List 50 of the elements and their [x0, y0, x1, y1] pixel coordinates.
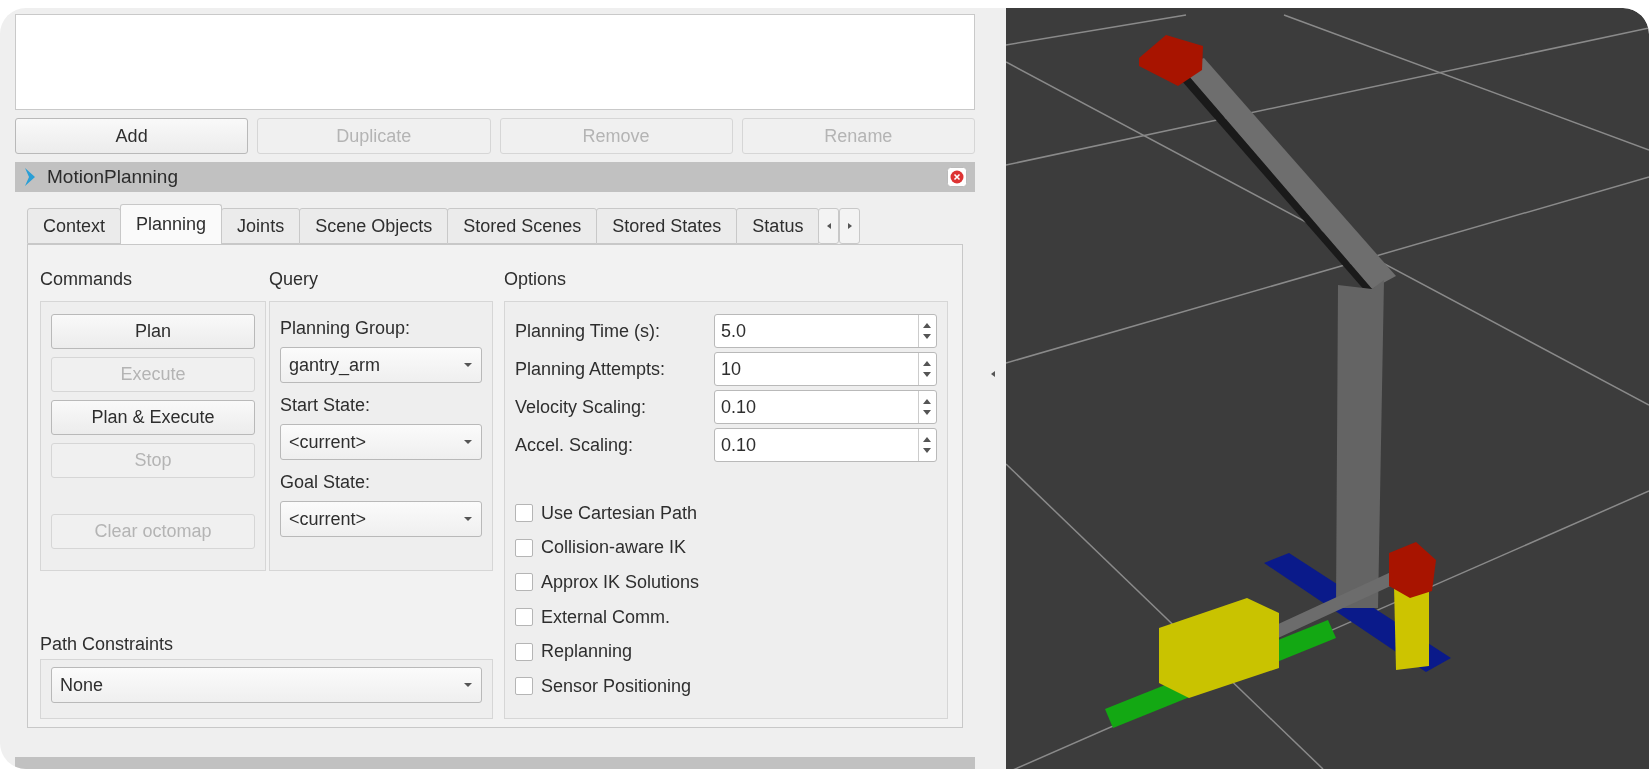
- checkbox[interactable]: [515, 608, 533, 627]
- checkbox[interactable]: [515, 642, 533, 661]
- tab[interactable]: Scene Objects: [299, 208, 449, 244]
- dropdown-arrow-icon: [463, 680, 473, 690]
- dropdown[interactable]: None: [51, 667, 482, 703]
- command-button[interactable]: Plan: [51, 314, 255, 349]
- checkbox-label: External Comm.: [541, 606, 671, 628]
- group-title: Query: [269, 268, 320, 290]
- checkbox[interactable]: [515, 677, 533, 696]
- checkbox-label: Use Cartesian Path: [541, 502, 698, 524]
- scroll-left-button[interactable]: [818, 208, 840, 244]
- tab[interactable]: Joints: [221, 208, 301, 244]
- group-title: Commands: [40, 268, 134, 290]
- dropdown-arrow-icon: [463, 360, 473, 370]
- tab[interactable]: Planning: [120, 204, 223, 244]
- field-label: Start State:: [280, 395, 372, 416]
- field-label: Planning Group:: [280, 318, 412, 339]
- field-label: Planning Attempts:: [515, 358, 667, 380]
- field-label: Goal State:: [280, 472, 372, 493]
- dropdown-arrow-icon: [463, 437, 473, 447]
- plugin-icon: [23, 167, 37, 187]
- dropdown[interactable]: <current>: [280, 501, 482, 537]
- spin-box[interactable]: 0.10: [714, 428, 937, 462]
- field-label: Planning Time (s):: [515, 320, 662, 342]
- checkbox-label: Approx IK Solutions: [541, 572, 700, 593]
- checkbox-label: Collision-aware IK: [541, 537, 687, 559]
- panel-title: MotionPlanning: [47, 166, 179, 188]
- checkbox[interactable]: [515, 538, 533, 557]
- checkbox[interactable]: [515, 504, 533, 523]
- dropdown[interactable]: gantry_arm: [280, 347, 482, 383]
- checkbox[interactable]: [515, 573, 533, 592]
- tab[interactable]: Stored Scenes: [447, 208, 598, 244]
- field-label: Accel. Scaling:: [515, 434, 635, 456]
- field-label: Velocity Scaling:: [515, 396, 648, 418]
- group-title: Options: [504, 268, 568, 290]
- dropdown-arrow-icon: [463, 514, 473, 524]
- checkbox-label: Sensor Positioning: [541, 675, 692, 697]
- command-button[interactable]: Plan & Execute: [51, 400, 255, 435]
- dropdown[interactable]: <current>: [280, 424, 482, 460]
- close-icon[interactable]: [947, 167, 967, 187]
- scroll-right-button[interactable]: [839, 208, 861, 244]
- spin-box[interactable]: 5.0: [714, 314, 937, 348]
- tab[interactable]: Stored States: [596, 208, 738, 244]
- spin-box[interactable]: 0.10: [714, 390, 937, 424]
- tab[interactable]: Status: [736, 208, 820, 244]
- group-title: Path Constraints: [40, 634, 175, 655]
- tab[interactable]: Context: [27, 208, 122, 244]
- display-button[interactable]: Add: [15, 118, 249, 154]
- checkbox-label: Replanning: [541, 641, 633, 663]
- spin-box[interactable]: 10: [714, 352, 937, 386]
